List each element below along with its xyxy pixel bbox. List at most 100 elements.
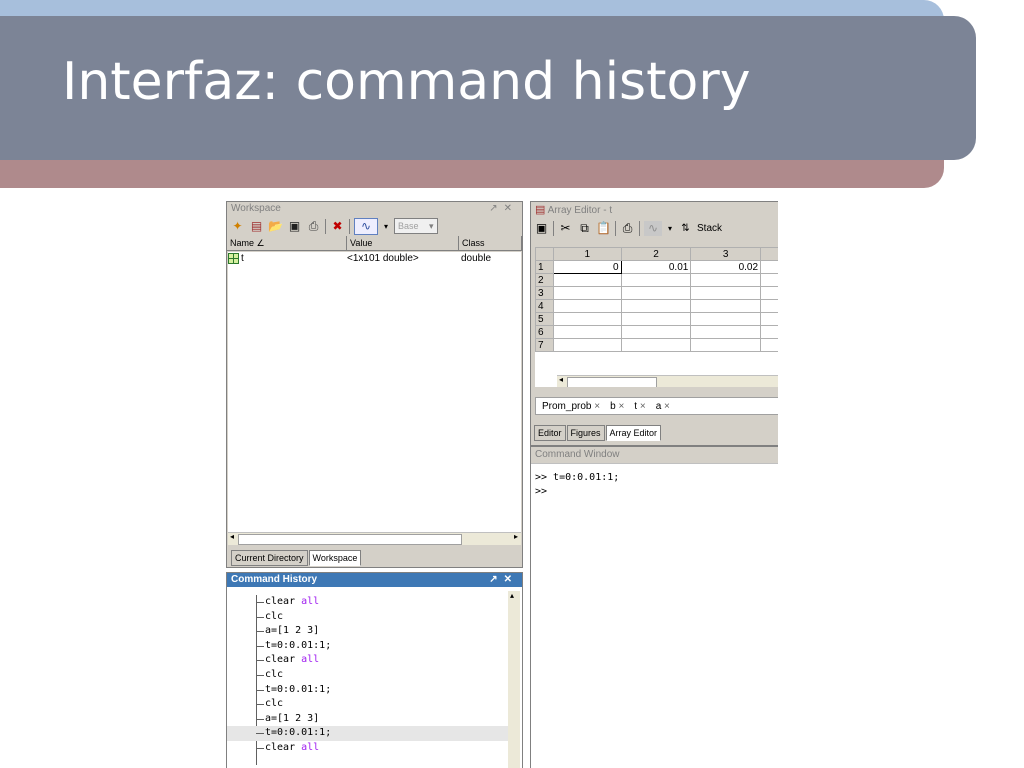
paste-icon[interactable]: 📋 bbox=[596, 221, 611, 236]
array-cell[interactable] bbox=[620, 325, 692, 339]
undock-icon[interactable]: ↗ bbox=[489, 203, 503, 214]
variable-class: double bbox=[461, 253, 492, 264]
row-header[interactable]: 5 bbox=[535, 312, 554, 326]
var-tab-a[interactable]: a × bbox=[656, 401, 670, 412]
scroll-left-icon[interactable]: ◂ bbox=[230, 532, 234, 541]
print-icon[interactable]: ⎙ bbox=[306, 219, 321, 234]
chevron-down-icon[interactable]: ▾ bbox=[382, 219, 390, 234]
plot-selector-icon[interactable]: ∿ bbox=[644, 220, 662, 236]
array-cell[interactable] bbox=[690, 338, 762, 352]
array-cell[interactable] bbox=[552, 312, 622, 326]
row-header[interactable]: 3 bbox=[535, 286, 554, 300]
list-item[interactable]: clear all bbox=[227, 653, 509, 668]
array-cell[interactable] bbox=[552, 338, 622, 352]
command-prompt[interactable]: >> bbox=[535, 485, 619, 499]
import-data-icon[interactable]: 📂 bbox=[268, 219, 283, 234]
row-header[interactable]: 2 bbox=[535, 273, 554, 287]
array-cell[interactable] bbox=[760, 286, 778, 300]
column-header-name[interactable]: Name ∠ bbox=[227, 236, 347, 250]
column-header-value[interactable]: Value bbox=[347, 236, 459, 250]
plot-selector-icon[interactable]: ∿ bbox=[354, 217, 378, 235]
copy-icon[interactable]: ⧉ bbox=[577, 221, 592, 236]
var-tab-t[interactable]: t × bbox=[634, 401, 645, 412]
scroll-left-icon[interactable]: ◂ bbox=[559, 375, 563, 384]
row-header[interactable]: 4 bbox=[535, 299, 554, 313]
save-icon[interactable]: ▣ bbox=[287, 219, 302, 234]
array-cell[interactable] bbox=[620, 312, 692, 326]
delete-variable-icon[interactable]: ✖ bbox=[330, 219, 345, 234]
list-item[interactable]: a=[1 2 3] bbox=[227, 712, 509, 727]
array-cell[interactable] bbox=[620, 273, 692, 287]
row-header[interactable]: 6 bbox=[535, 325, 554, 339]
undock-icon[interactable]: ↗ bbox=[489, 574, 503, 585]
array-cell[interactable] bbox=[552, 273, 622, 287]
new-variable-icon[interactable]: ✦ bbox=[230, 219, 245, 234]
column-header[interactable]: 1 bbox=[552, 247, 622, 261]
row-header[interactable]: 1 bbox=[535, 260, 554, 274]
list-item[interactable]: t=0:0.01:1; bbox=[227, 683, 509, 698]
list-item[interactable]: clc bbox=[227, 668, 509, 683]
list-item[interactable]: clc bbox=[227, 610, 509, 625]
array-cell[interactable] bbox=[690, 325, 762, 339]
var-tab-prom-prob[interactable]: Prom_prob × bbox=[542, 401, 600, 412]
list-item[interactable]: a=[1 2 3] bbox=[227, 624, 509, 639]
command-line: >> t=0:0.01:1; bbox=[535, 472, 620, 483]
list-item[interactable]: t=0:0.01:1; bbox=[227, 639, 509, 654]
chevron-down-icon[interactable]: ▾ bbox=[666, 221, 674, 236]
array-cell[interactable]: 0.01 bbox=[620, 260, 692, 274]
column-header-class[interactable]: Class bbox=[459, 236, 522, 250]
array-cell[interactable] bbox=[552, 299, 622, 313]
array-cell[interactable] bbox=[760, 260, 778, 274]
history-vertical-scrollbar[interactable]: ▴ bbox=[508, 591, 520, 768]
array-cell[interactable] bbox=[760, 312, 778, 326]
close-icon[interactable]: ✕ bbox=[504, 203, 518, 214]
tab-editor[interactable]: Editor bbox=[534, 425, 566, 441]
array-cell[interactable] bbox=[690, 273, 762, 287]
array-cell[interactable] bbox=[552, 325, 622, 339]
column-header[interactable]: 3 bbox=[690, 247, 762, 261]
scrollbar-thumb[interactable] bbox=[567, 377, 657, 387]
tab-workspace[interactable]: Workspace bbox=[308, 550, 362, 566]
row-header[interactable]: 7 bbox=[535, 338, 554, 352]
command-window-output[interactable]: >> t=0:0.01:1; >> bbox=[535, 471, 619, 499]
array-horizontal-scrollbar[interactable]: ◂ bbox=[557, 375, 778, 387]
column-header[interactable]: 2 bbox=[620, 247, 692, 261]
array-cell[interactable] bbox=[620, 286, 692, 300]
array-cell[interactable] bbox=[620, 299, 692, 313]
command-window-title: Command Window bbox=[535, 449, 620, 460]
array-cell[interactable] bbox=[690, 286, 762, 300]
array-cell[interactable] bbox=[620, 338, 692, 352]
array-cell[interactable] bbox=[552, 286, 622, 300]
array-cell[interactable]: 0.02 bbox=[690, 260, 762, 274]
workspace-horizontal-scrollbar[interactable]: ◂ ▸ bbox=[228, 532, 521, 545]
list-item-selected[interactable]: t=0:0.01:1; bbox=[227, 726, 509, 741]
array-cell[interactable] bbox=[760, 273, 778, 287]
var-tab-b[interactable]: b × bbox=[610, 401, 624, 412]
scrollbar-thumb[interactable] bbox=[238, 534, 462, 545]
tab-figures[interactable]: Figures bbox=[566, 425, 605, 441]
array-cell[interactable] bbox=[760, 338, 778, 352]
tab-array-editor[interactable]: Array Editor bbox=[605, 425, 662, 441]
cut-icon[interactable]: ✂ bbox=[558, 221, 573, 236]
stack-label[interactable]: Stack bbox=[697, 223, 722, 234]
array-cell[interactable] bbox=[760, 325, 778, 339]
array-cell[interactable] bbox=[690, 299, 762, 313]
import-icon[interactable]: ▣ bbox=[534, 221, 549, 236]
scroll-up-icon[interactable]: ▴ bbox=[510, 591, 514, 600]
variable-value: <1x101 double> bbox=[347, 253, 419, 264]
stack-base-combo[interactable]: Base bbox=[394, 218, 438, 234]
close-icon[interactable]: ✕ bbox=[504, 574, 518, 585]
tab-current-directory[interactable]: Current Directory bbox=[231, 550, 308, 566]
table-row[interactable]: t <1x101 double> double bbox=[228, 252, 521, 265]
array-cell[interactable] bbox=[760, 299, 778, 313]
transpose-icon[interactable]: ⇅ bbox=[678, 221, 693, 236]
print-icon[interactable]: ⎙ bbox=[620, 221, 635, 236]
close-icon: × bbox=[618, 400, 625, 412]
list-item[interactable]: clear all bbox=[227, 741, 509, 756]
list-item[interactable]: clear all bbox=[227, 595, 509, 610]
array-cell-selected[interactable]: 0 bbox=[552, 260, 622, 274]
open-selection-icon[interactable]: ▤ bbox=[249, 219, 264, 234]
list-item[interactable]: clc bbox=[227, 697, 509, 712]
scroll-right-icon[interactable]: ▸ bbox=[514, 532, 518, 541]
array-cell[interactable] bbox=[690, 312, 762, 326]
